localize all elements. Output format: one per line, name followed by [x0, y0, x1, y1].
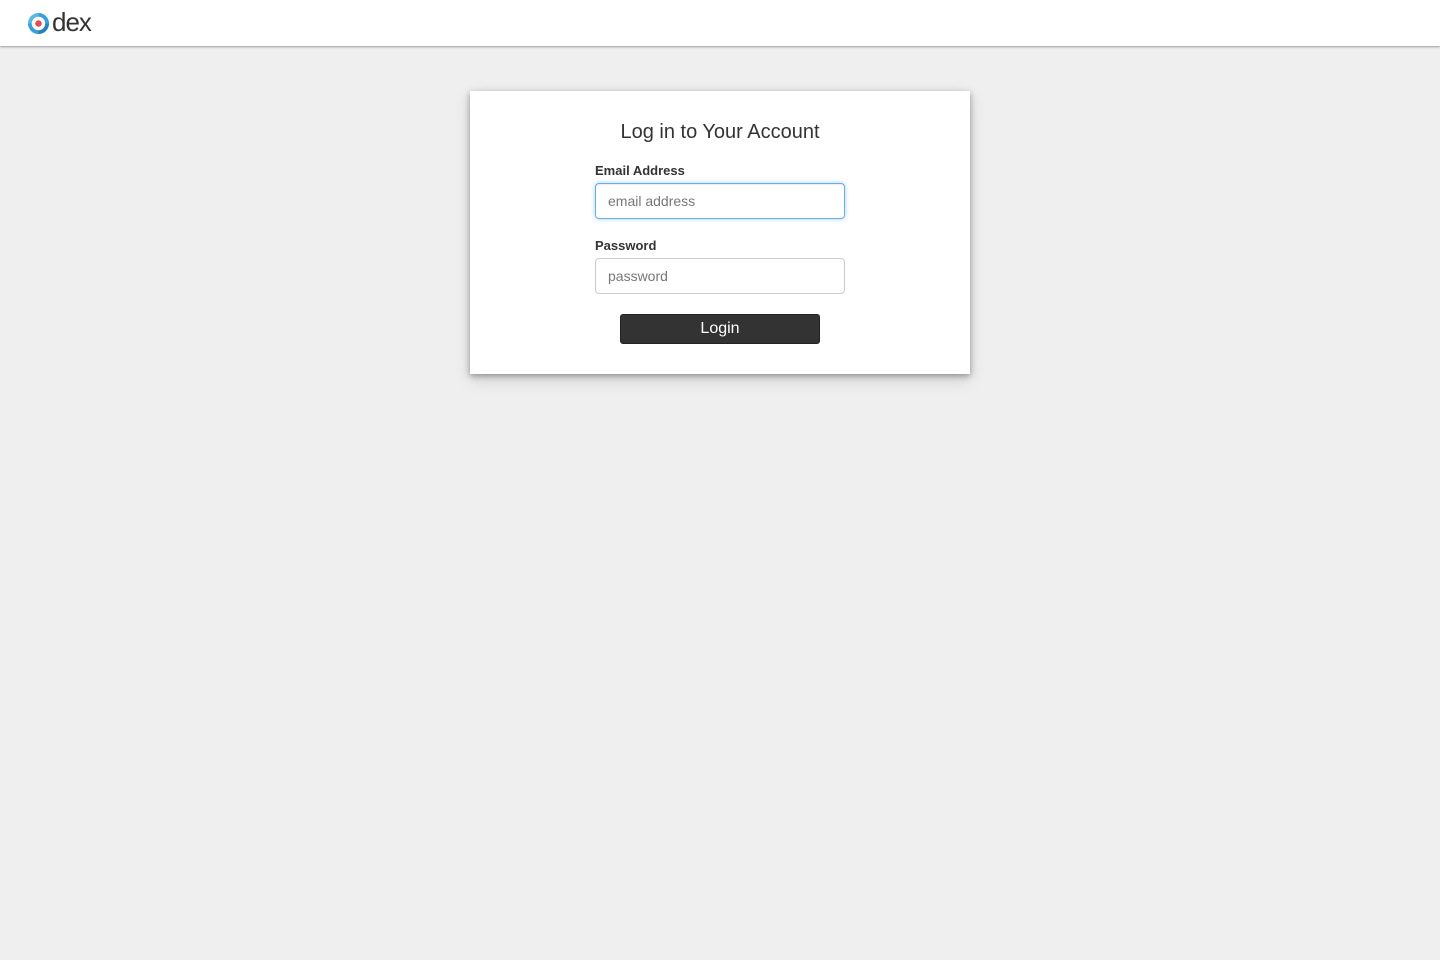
top-header-bar: dex [0, 0, 1440, 46]
login-card: Log in to Your Account Email Address Pas… [470, 91, 970, 374]
page-title: Log in to Your Account [620, 121, 820, 143]
dex-logo-link[interactable]: dex [26, 6, 92, 37]
email-label: Email Address [595, 163, 685, 178]
dex-logo-text: dex [52, 6, 92, 37]
login-button[interactable]: Login [620, 314, 820, 344]
email-input[interactable] [595, 183, 845, 219]
password-label: Password [595, 238, 657, 253]
dex-logo-icon [27, 12, 50, 34]
password-input[interactable] [595, 258, 845, 294]
